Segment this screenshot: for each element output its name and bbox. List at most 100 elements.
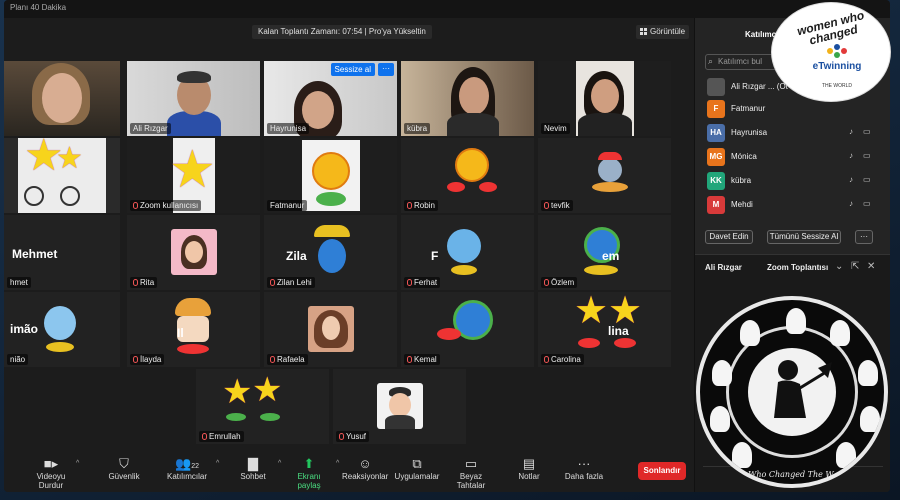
title-bar: Planı 40 Dakika [4,0,890,18]
muted-mic-icon [544,279,549,286]
whiteboards-button[interactable]: ▭ Beyaz Tahtalar [446,456,496,490]
mic-icon[interactable]: ♪ [849,127,853,136]
pop-out-icon[interactable]: ⇱ [851,261,859,272]
share-screen-button[interactable]: ⬆ Ekranı paylaş ^ [286,456,339,490]
video-tile-18[interactable]: Rafaela [264,292,397,367]
portrait-icon [836,442,856,468]
muted-mic-icon [202,433,207,440]
video-feed: ★ ★ [4,138,120,213]
participant-name: kübra [404,123,431,134]
video-camera-icon[interactable]: ▭ [863,151,871,160]
portrait-icon [712,360,732,386]
shield-icon: ⛉ [119,456,129,471]
mute-all-button[interactable]: Tümünü Sessize Al [767,230,841,244]
view-button[interactable]: Görüntüle [636,25,690,39]
meeting-time-remaining[interactable]: Kalan Toplantı Zamanı: 07:54 | Pro'ya Yü… [252,25,432,39]
portrait-icon [710,406,730,432]
participant-display-name: em [602,249,620,263]
invite-button[interactable]: Davet Edin [705,230,753,244]
chat-button[interactable]: ▇ Sohbet ^ [232,456,281,481]
medallion-caption: Who Changed The W... [748,470,840,479]
etwinning-stars-icon [826,43,848,59]
participant-name: İlayda [130,354,165,365]
video-tile-12[interactable]: Rita [127,215,260,290]
chat-panel-sender: Ali Rızgar [705,263,742,272]
participant-row[interactable]: F Fatmanur [707,100,877,118]
chevron-down-icon[interactable]: ⌄ [835,261,843,272]
video-tile-22[interactable]: Yusuf [333,369,466,444]
chevron-up-icon[interactable]: ^ [278,460,281,467]
video-tile-5[interactable]: Nevim [538,61,671,136]
participant-display-name: Il [177,326,184,340]
participant-row[interactable]: M Mehdi ♪ ▭ [707,196,877,214]
video-tile-21[interactable]: ★ ★ Emrullah [196,369,329,444]
participant-row[interactable]: MG Mónica ♪ ▭ [707,148,877,166]
video-feed [4,61,120,136]
video-tile-1[interactable] [4,61,120,136]
portrait-icon [860,406,880,432]
muted-mic-icon [133,202,138,209]
meeting-toolbar: ■▸ Videoyu Durdur ^ ⛉ Güvenlik 👥22 Katıl… [4,452,694,492]
tile-more-button[interactable]: ··· [378,63,394,76]
close-icon[interactable]: ✕ [867,261,875,272]
panel-more-button[interactable]: ··· [855,230,873,244]
grid-view-icon [640,28,647,35]
muted-mic-icon [133,356,138,363]
apps-button[interactable]: ⧉ Uygulamalar [394,456,440,481]
notes-button[interactable]: ▤ Notlar [514,456,544,481]
video-tile-8-active-speaker[interactable]: Fatmanur [264,138,397,213]
chevron-up-icon[interactable]: ^ [76,460,79,467]
mute-participant-button[interactable]: Sessize al [330,63,375,76]
participants-button[interactable]: 👥22 Katılımcılar ^ [164,456,219,481]
star-character-icon: ★ [169,141,216,199]
mic-icon[interactable]: ♪ [849,175,853,184]
chat-bubble-icon: ▇ [248,456,258,471]
muted-mic-icon [544,356,549,363]
video-camera-icon[interactable]: ▭ [863,175,871,184]
participant-name: Fatmanur [731,104,766,113]
video-tile-13[interactable]: Zila Zilan Lehi [264,215,397,290]
video-tile-14[interactable]: F Ferhat [401,215,534,290]
more-button[interactable]: ··· Daha fazla [564,456,604,481]
stop-video-button[interactable]: ■▸ Videoyu Durdur ^ [24,456,80,490]
participant-name: Zoom kullanıcısı [130,200,202,211]
video-tile-3[interactable]: Sessize al ··· Hayrunisa [264,61,397,136]
mic-icon[interactable]: ♪ [849,199,853,208]
chevron-up-icon[interactable]: ^ [336,460,339,467]
video-tile-11[interactable]: Mehmet hmet [4,215,120,290]
portrait-icon [830,320,850,346]
participant-name: Rafaela [267,354,308,365]
chevron-up-icon[interactable]: ^ [216,460,219,467]
participant-row[interactable]: KK kübra ♪ ▭ [707,172,877,190]
video-tile-9[interactable]: Robin [401,138,534,213]
video-tile-2[interactable]: Ali Rızgar [127,61,260,136]
mic-icon[interactable]: ♪ [849,151,853,160]
star-character-icon: ★ [252,371,283,409]
video-tile-10[interactable]: tevfik [538,138,671,213]
participant-row[interactable]: HA Hayrunisa ♪ ▭ [707,124,877,142]
end-meeting-button[interactable]: Sonlandır [638,462,686,480]
video-tile-20[interactable]: ★ ★ lina Carolina [538,292,671,367]
notes-icon: ▤ [522,456,536,471]
portrait-icon [732,442,752,468]
women-who-changed-the-world-medallion: Who Changed The W... [696,296,888,488]
video-camera-icon[interactable]: ▭ [863,199,871,208]
security-button[interactable]: ⛉ Güvenlik [102,456,146,481]
video-tile-15[interactable]: em Özlem [538,215,671,290]
participant-name: Fatmanur [267,200,308,211]
video-tile-4[interactable]: kübra [401,61,534,136]
avatar: KK [707,172,725,190]
video-tile-17[interactable]: Il İlayda [127,292,260,367]
portrait-icon [858,360,878,386]
reactions-button[interactable]: ☺ Reaksiyonlar [342,456,388,481]
video-tile-6[interactable]: ★ ★ [4,138,120,213]
video-camera-icon[interactable]: ▭ [863,127,871,136]
participant-name: Carolina [541,354,584,365]
apps-label: Uygulamalar [394,472,440,481]
woman-silhouette-icon [774,360,832,418]
view-label: Görüntüle [650,27,686,36]
participant-name: Zilan Lehi [267,277,315,288]
video-tile-7[interactable]: ★ Zoom kullanıcısı [127,138,260,213]
video-tile-19[interactable]: Kemal [401,292,534,367]
video-tile-16[interactable]: imão nião [4,292,120,367]
